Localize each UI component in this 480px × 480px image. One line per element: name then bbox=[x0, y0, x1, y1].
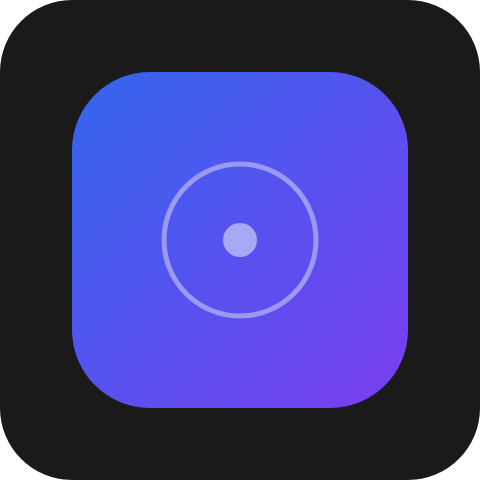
app-icon[interactable] bbox=[72, 72, 408, 408]
target-center-dot bbox=[223, 223, 257, 257]
app-icon-frame bbox=[0, 0, 480, 480]
target-icon bbox=[72, 72, 408, 408]
